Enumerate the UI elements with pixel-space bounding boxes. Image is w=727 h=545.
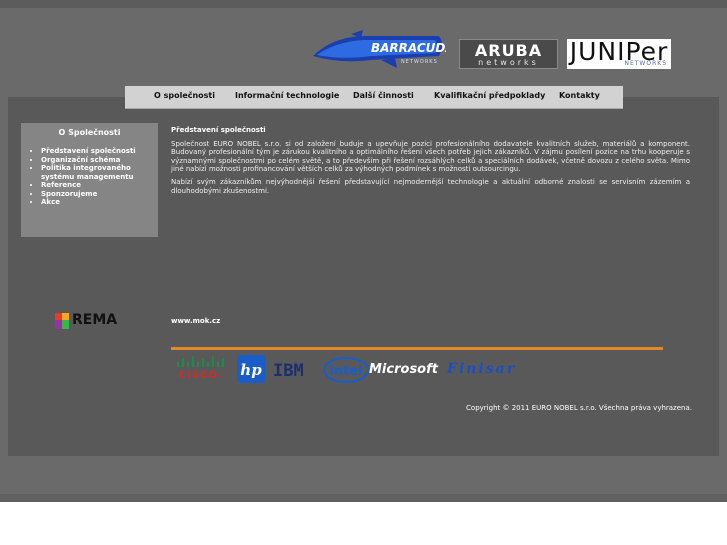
article-paragraph: Společnost EURO NOBEL s.r.o. si od založ… [171,139,690,174]
sidebar-item-sponzorujeme[interactable]: Sponzorujeme [41,190,158,199]
nav-item-dalsi-cinnosti[interactable]: Další činnosti [353,91,414,100]
hp-logo[interactable]: hp [235,353,267,385]
barracuda-logo-text: BARRACUDA [371,41,446,55]
aruba-logo[interactable]: ARUBA networks [459,39,558,69]
juniper-logo[interactable]: JUNIPer NETWORKS [567,37,671,69]
intel-logo-text: intel [329,364,362,379]
cisco-bars-icon [177,356,224,367]
barracuda-logo[interactable]: BARRACUDA NETWORKS [311,30,455,72]
finisar-logo-text: Finisar [447,361,517,377]
partner-logos: CISCO. hp IBM intel Microsoft Finisar [175,353,545,385]
barracuda-logo-graphic: BARRACUDA NETWORKS [313,30,455,68]
sidebar-item-reference[interactable]: Reference [41,181,158,190]
nav-item-informacni-technologie[interactable]: Informační technologie [235,91,339,100]
ibm-logo-text: IBM [273,361,304,381]
top-band [0,0,727,8]
rema-mark-icon [55,313,69,329]
sidebar: O Společnosti Představení společnosti Or… [21,123,158,237]
hp-logo-text: hp [240,361,262,379]
intel-logo-graphic: intel [323,357,369,383]
rema-logo-text: REMA [72,312,118,328]
sidebar-title: O Společnosti [58,128,121,137]
svg-text:intel: intel [329,364,362,379]
nav-item-kvalifikacni-predpoklady[interactable]: Kvalifikační předpoklady [434,91,545,100]
sidebar-item-akce[interactable]: Akce [41,198,158,207]
svg-text:BARRACUDA: BARRACUDA [371,41,446,55]
microsoft-logo-text: Microsoft [369,362,438,377]
copyright-text: Copyright © 2011 EURO NOBEL s.r.o. Všech… [466,404,692,412]
hp-logo-graphic: hp [237,355,265,383]
cisco-logo[interactable]: CISCO. [175,353,229,385]
sidebar-item-predstaveni-spolecnosti[interactable]: Představení společnosti [41,147,158,156]
sidebar-menu: Představení společnosti Organizační sché… [21,147,158,207]
www-link[interactable]: www.mok.cz [171,317,220,325]
cisco-logo-text: CISCO. [179,370,223,381]
nav-item-o-spolecnosti[interactable]: O společnosti [154,91,215,100]
orange-divider [171,347,663,350]
nav-item-kontakty[interactable]: Kontakty [559,91,600,100]
svg-text:hp: hp [240,361,262,379]
bottom-band [0,494,727,502]
aruba-logo-subtext: networks [478,58,539,67]
barracuda-logo-subtext: NETWORKS [401,59,438,65]
intel-logo[interactable]: intel [323,353,369,385]
article: Představení společnosti Společnost EURO … [171,126,690,199]
main-nav: O společnosti Informační technologie Dal… [125,86,623,109]
ibm-logo[interactable]: IBM [271,353,319,385]
sidebar-item-organizacni-schema[interactable]: Organizační schéma [41,156,158,165]
juniper-logo-subtext: NETWORKS [624,60,667,67]
sidebar-item-politika-ism[interactable]: Politika integrovaného systému managemen… [41,164,158,181]
svg-text:NETWORKS: NETWORKS [401,59,438,65]
article-heading: Představení společnosti [171,126,266,134]
article-paragraph: Nabízí svým zákazníkům nejvýhodnější řeš… [171,177,690,195]
rema-logo[interactable]: REMA [55,312,130,329]
